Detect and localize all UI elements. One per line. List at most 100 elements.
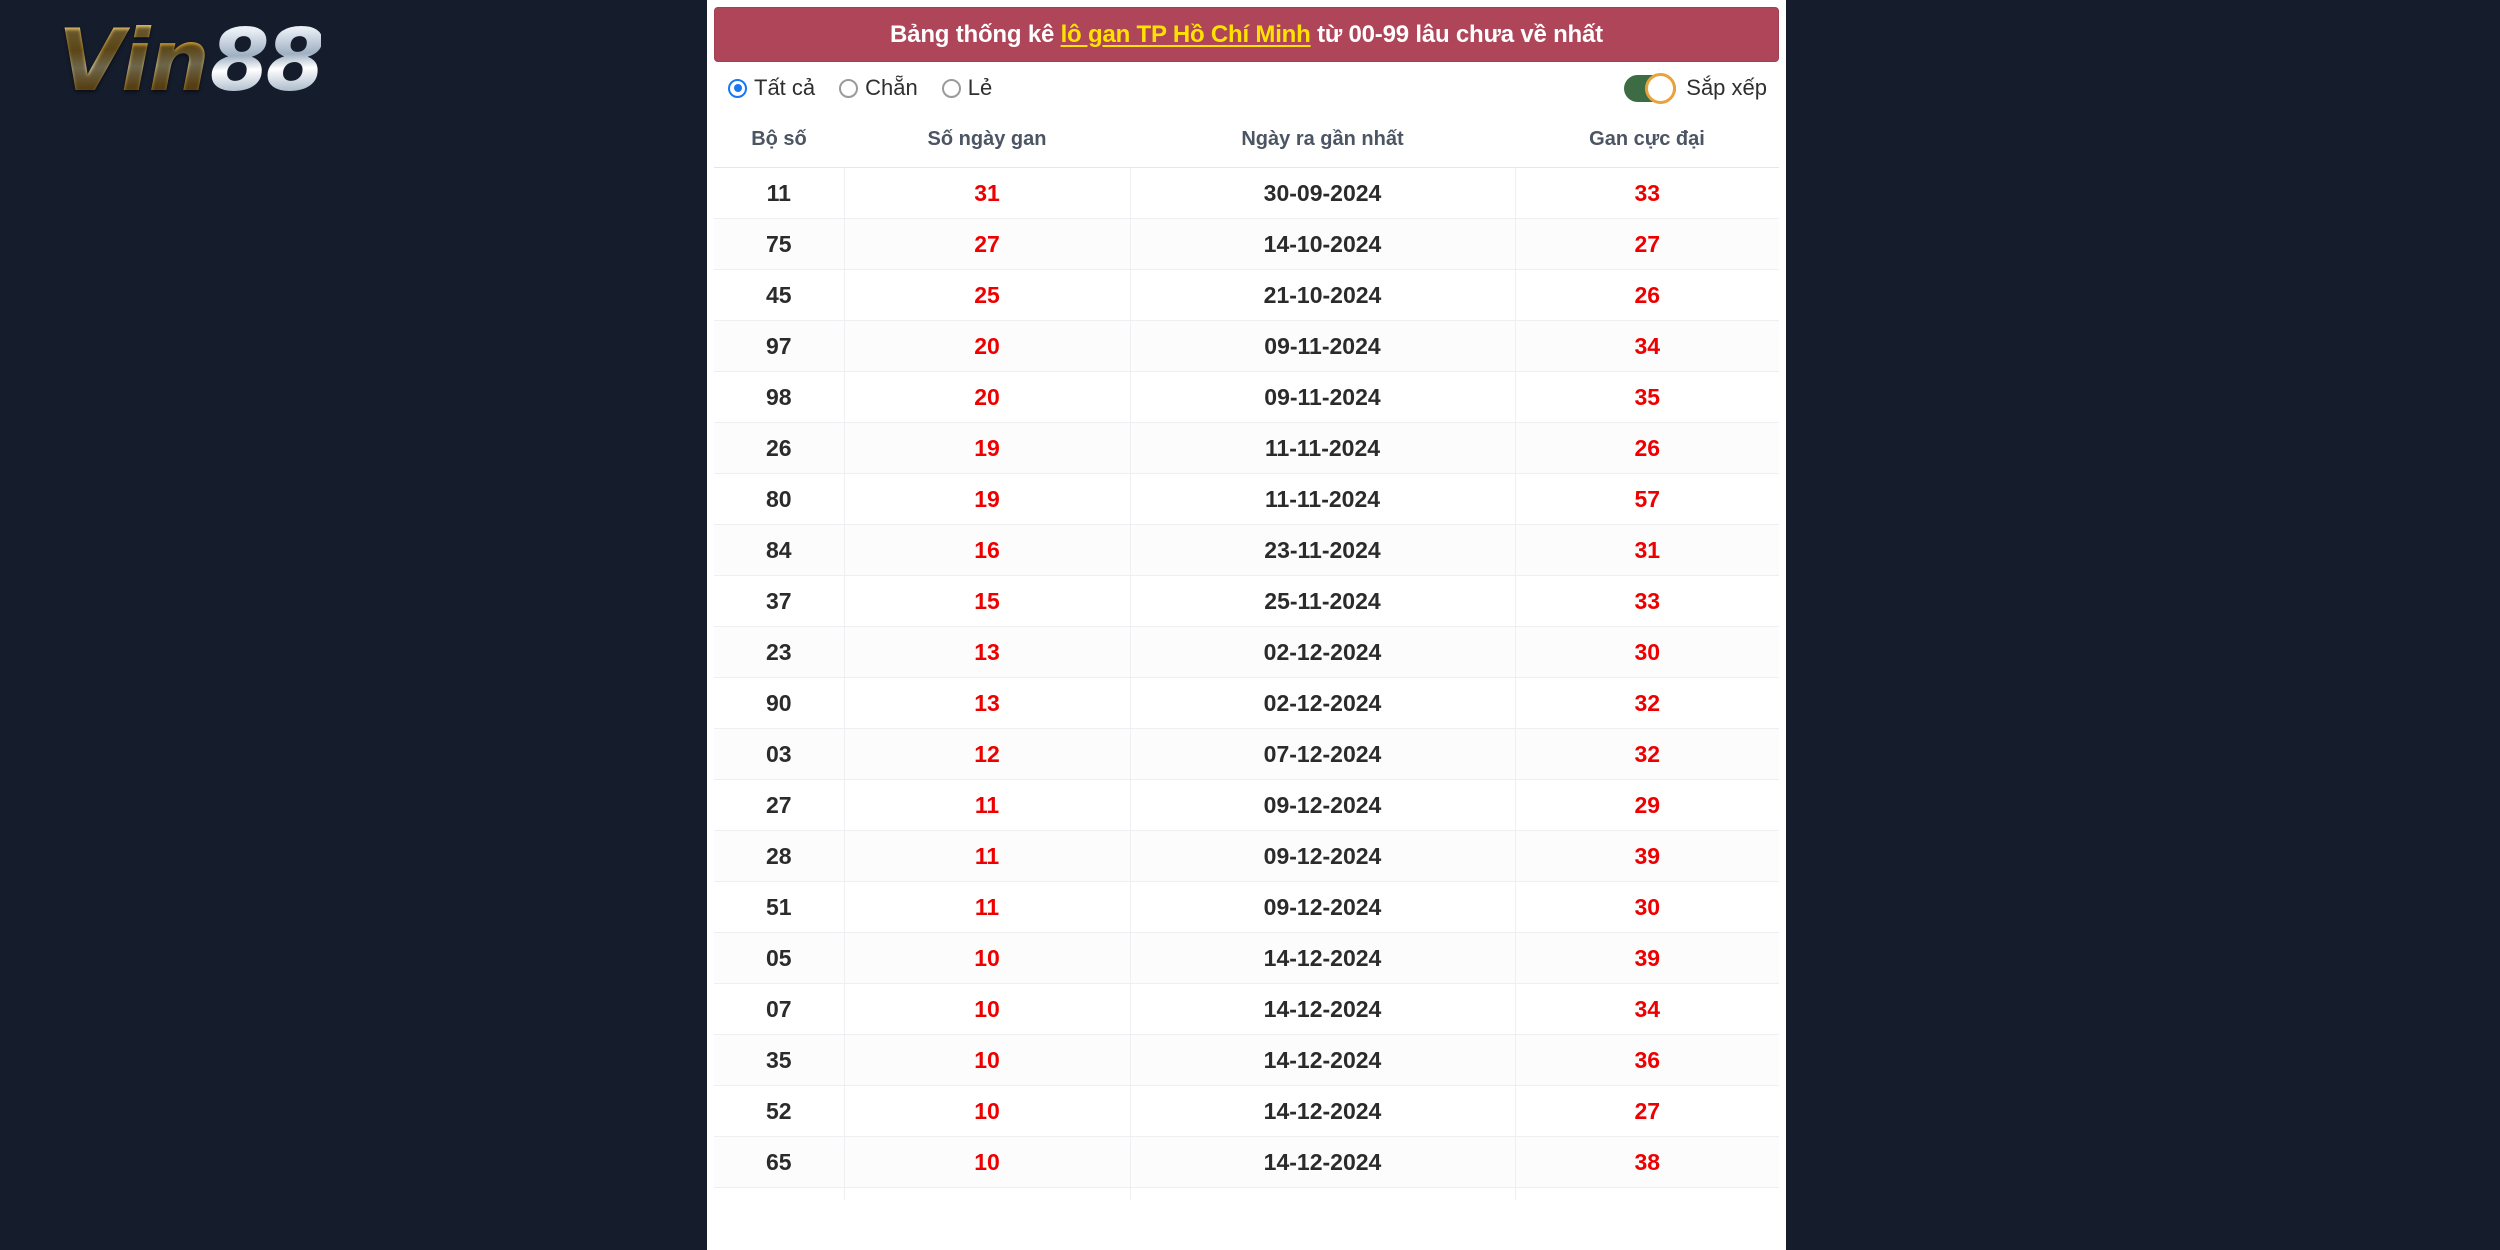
table-row[interactable]: 84 16 23-11-2024 31 bbox=[714, 524, 1779, 576]
sort-toggle-group[interactable]: Sắp xếp bbox=[1624, 72, 1767, 104]
cell-gan-cuc-dai: 27 bbox=[1515, 218, 1779, 270]
cell-gan-cuc-dai: 32 bbox=[1515, 677, 1779, 729]
cell-bo-so: 97 bbox=[714, 320, 845, 372]
cell-ngay-ra: 14-12-2024 bbox=[1130, 1136, 1516, 1188]
cell-bo-so: 65 bbox=[714, 1136, 845, 1188]
table-row[interactable]: 07 10 14-12-2024 34 bbox=[714, 983, 1779, 1035]
radio-option-le[interactable]: Lẻ bbox=[941, 75, 993, 101]
cell-ngay-ra: 30-09-2024 bbox=[1130, 167, 1516, 219]
cell-bo-so: 98 bbox=[714, 371, 845, 423]
page-title: Bảng thống kê lô gan TP Hồ Chí Minh từ 0… bbox=[890, 21, 1603, 49]
cell-bo-so: 23 bbox=[714, 626, 845, 678]
cell-bo-so: 84 bbox=[714, 524, 845, 576]
table-row[interactable]: 75 27 14-10-2024 27 bbox=[714, 218, 1779, 270]
cell-gan-cuc-dai: 39 bbox=[1515, 830, 1779, 882]
cell-so-ngay-gan: 13 bbox=[844, 677, 1131, 729]
column-header-bo-so[interactable]: Bộ số bbox=[714, 114, 844, 168]
table-scroll-region[interactable]: Bộ số Số ngày gan Ngày ra gần nhất Gan c… bbox=[714, 114, 1779, 1200]
cell-ngay-ra: 25-11-2024 bbox=[1130, 575, 1516, 627]
radio-label-chan: Chẵn bbox=[865, 75, 918, 100]
cell-bo-so: 51 bbox=[714, 881, 845, 933]
cell-gan-cuc-dai: 38 bbox=[1515, 1136, 1779, 1188]
cell-ngay-ra: 02-12-2024 bbox=[1130, 677, 1516, 729]
cell-gan-cuc-dai: 34 bbox=[1515, 983, 1779, 1035]
table-row[interactable]: 45 25 21-10-2024 26 bbox=[714, 269, 1779, 321]
table-row[interactable]: 51 11 09-12-2024 30 bbox=[714, 881, 1779, 933]
table-row[interactable]: 28 11 09-12-2024 39 bbox=[714, 830, 1779, 882]
table-row[interactable]: 90 13 02-12-2024 32 bbox=[714, 677, 1779, 729]
table-row[interactable]: 791014-12-202436 bbox=[714, 1187, 1779, 1200]
cell-ngay-ra: 11-11-2024 bbox=[1130, 473, 1516, 525]
cell-bo-so: 75 bbox=[714, 218, 845, 270]
cell-bo-so: 11 bbox=[714, 167, 845, 219]
cell-ngay-ra: 14-12-2024 bbox=[1130, 1187, 1516, 1200]
table-row[interactable]: 27 11 09-12-2024 29 bbox=[714, 779, 1779, 831]
toggle-knob-icon bbox=[1645, 72, 1677, 104]
lo-gan-link[interactable]: lô gan TP Hồ Chí Minh bbox=[1061, 21, 1311, 48]
radio-option-chan[interactable]: Chẵn bbox=[839, 75, 918, 101]
column-header-gan-cuc-dai[interactable]: Gan cực đại bbox=[1515, 114, 1779, 168]
cell-bo-so: 05 bbox=[714, 932, 845, 984]
table-row[interactable]: 26 19 11-11-2024 26 bbox=[714, 422, 1779, 474]
cell-gan-cuc-dai: 27 bbox=[1515, 1085, 1779, 1137]
cell-so-ngay-gan: 10 bbox=[844, 983, 1131, 1035]
cell-so-ngay-gan: 20 bbox=[844, 371, 1131, 423]
table-row[interactable]: 23 13 02-12-2024 30 bbox=[714, 626, 1779, 678]
cell-bo-so: 07 bbox=[714, 983, 845, 1035]
cell-bo-so: 26 bbox=[714, 422, 845, 474]
radio-option-tat-ca[interactable]: Tất cả bbox=[728, 75, 815, 101]
table-row[interactable]: 97 20 09-11-2024 34 bbox=[714, 320, 1779, 372]
table-row[interactable]: 35 10 14-12-2024 36 bbox=[714, 1034, 1779, 1086]
cell-so-ngay-gan: 11 bbox=[844, 830, 1131, 882]
radio-label-le: Lẻ bbox=[967, 75, 993, 100]
cell-ngay-ra: 14-12-2024 bbox=[1130, 983, 1516, 1035]
cell-bo-so: 52 bbox=[714, 1085, 845, 1137]
cell-gan-cuc-dai: 34 bbox=[1515, 320, 1779, 372]
table-row[interactable]: 80 19 11-11-2024 57 bbox=[714, 473, 1779, 525]
cell-ngay-ra: 09-11-2024 bbox=[1130, 320, 1516, 372]
cell-ngay-ra: 07-12-2024 bbox=[1130, 728, 1516, 780]
sort-toggle-switch[interactable] bbox=[1624, 72, 1677, 104]
title-prefix: Bảng thống kê bbox=[890, 20, 1061, 48]
cell-ngay-ra: 14-12-2024 bbox=[1130, 1085, 1516, 1137]
table-row[interactable]: 37 15 25-11-2024 33 bbox=[714, 575, 1779, 627]
cell-so-ngay-gan: 15 bbox=[844, 575, 1131, 627]
cell-bo-so: 28 bbox=[714, 830, 845, 882]
cell-ngay-ra: 14-12-2024 bbox=[1130, 932, 1516, 984]
filter-toolbar: Tất cả Chẵn Lẻ Sắp xếp bbox=[714, 62, 1779, 114]
table-row[interactable]: 52 10 14-12-2024 27 bbox=[714, 1085, 1779, 1137]
table-row[interactable]: 65 10 14-12-2024 38 bbox=[714, 1136, 1779, 1188]
cell-so-ngay-gan: 10 bbox=[844, 1136, 1131, 1188]
table-row[interactable]: 98 20 09-11-2024 35 bbox=[714, 371, 1779, 423]
cell-ngay-ra: 09-11-2024 bbox=[1130, 371, 1516, 423]
cell-so-ngay-gan: 19 bbox=[844, 473, 1131, 525]
title-suffix: từ 00-99 lâu chưa về nhất bbox=[1310, 20, 1603, 48]
cell-gan-cuc-dai: 57 bbox=[1515, 473, 1779, 525]
cell-so-ngay-gan: 10 bbox=[844, 932, 1131, 984]
column-header-ngay-ra[interactable]: Ngày ra gần nhất bbox=[1130, 114, 1515, 168]
cell-bo-so: 27 bbox=[714, 779, 845, 831]
cell-so-ngay-gan: 10 bbox=[844, 1085, 1131, 1137]
cell-bo-so: 79 bbox=[714, 1187, 845, 1200]
table-row[interactable]: 05 10 14-12-2024 39 bbox=[714, 932, 1779, 984]
cell-bo-so: 37 bbox=[714, 575, 845, 627]
cell-so-ngay-gan: 12 bbox=[844, 728, 1131, 780]
radio-icon-tat-ca[interactable] bbox=[728, 78, 747, 98]
cell-so-ngay-gan: 19 bbox=[844, 422, 1131, 474]
cell-gan-cuc-dai: 31 bbox=[1515, 524, 1779, 576]
cell-so-ngay-gan: 13 bbox=[844, 626, 1131, 678]
table-row[interactable]: 03 12 07-12-2024 32 bbox=[714, 728, 1779, 780]
lo-gan-panel: Bảng thống kê lô gan TP Hồ Chí Minh từ 0… bbox=[707, 0, 1786, 1250]
cell-so-ngay-gan: 11 bbox=[844, 779, 1131, 831]
radio-icon-chan[interactable] bbox=[839, 78, 859, 98]
radio-icon-le[interactable] bbox=[941, 78, 961, 98]
cell-so-ngay-gan: 10 bbox=[844, 1187, 1131, 1200]
column-header-so-ngay-gan[interactable]: Số ngày gan bbox=[844, 114, 1130, 168]
cell-bo-so: 35 bbox=[714, 1034, 845, 1086]
panel-bottom-edge bbox=[707, 1244, 1786, 1250]
cell-gan-cuc-dai: 32 bbox=[1515, 728, 1779, 780]
cell-gan-cuc-dai: 29 bbox=[1515, 779, 1779, 831]
cell-ngay-ra: 09-12-2024 bbox=[1130, 881, 1516, 933]
table-row[interactable]: 11 31 30-09-2024 33 bbox=[714, 167, 1779, 219]
vin88-logo[interactable]: Vin88 bbox=[58, 18, 325, 104]
